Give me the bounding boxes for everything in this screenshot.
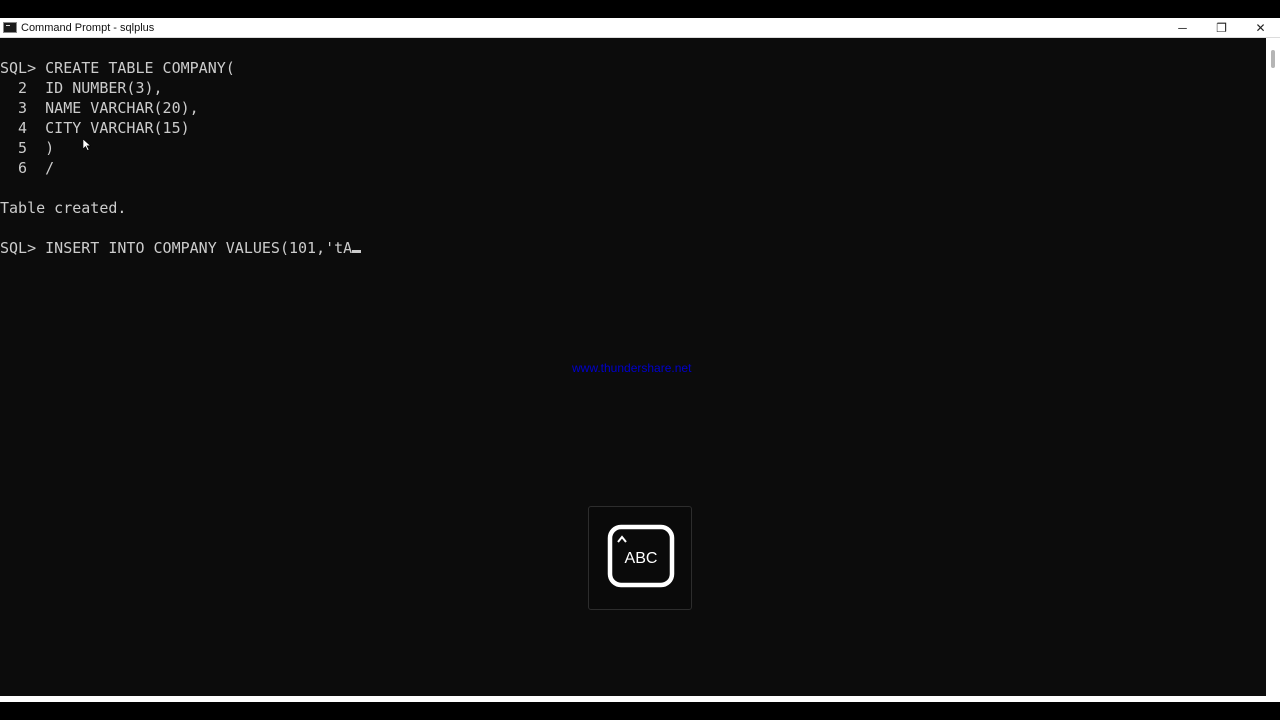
mouse-pointer-icon [83, 139, 91, 151]
watermark-text: www.thundershare.net [572, 361, 692, 375]
minimize-button[interactable]: ─ [1163, 18, 1202, 37]
window-controls: ─ ❐ ✕ [1163, 18, 1280, 37]
console-line: Table created. [0, 199, 127, 217]
text-cursor [352, 250, 362, 253]
keyboard-input-overlay: ABC [588, 506, 692, 610]
console-line: 4 CITY VARCHAR(15) [0, 119, 190, 137]
console-line: SQL> CREATE TABLE COMPANY( [0, 59, 235, 77]
bottom-letterbox [0, 702, 1280, 720]
console-line: 6 / [0, 159, 55, 177]
overlay-label: ABC [625, 550, 658, 567]
console-input-line[interactable]: SQL> INSERT INTO COMPANY VALUES(101,'tA [0, 238, 362, 258]
console-line: 5 ) [0, 139, 55, 157]
scrollbar-thumb[interactable] [1271, 50, 1275, 68]
console-line: 3 NAME VARCHAR(20), [0, 99, 199, 117]
keyboard-input-icon: ABC [607, 524, 675, 588]
window-titlebar[interactable]: Command Prompt - sqlplus ─ ❐ ✕ [0, 18, 1280, 38]
command-prompt-icon [3, 22, 17, 33]
vertical-scrollbar[interactable] [1266, 38, 1280, 696]
current-command: SQL> INSERT INTO COMPANY VALUES(101,'tA [0, 239, 353, 257]
top-letterbox [0, 0, 1280, 18]
close-button[interactable]: ✕ [1241, 18, 1280, 37]
restore-button[interactable]: ❐ [1202, 18, 1241, 37]
console-line: 2 ID NUMBER(3), [0, 79, 163, 97]
window-title: Command Prompt - sqlplus [21, 21, 155, 34]
